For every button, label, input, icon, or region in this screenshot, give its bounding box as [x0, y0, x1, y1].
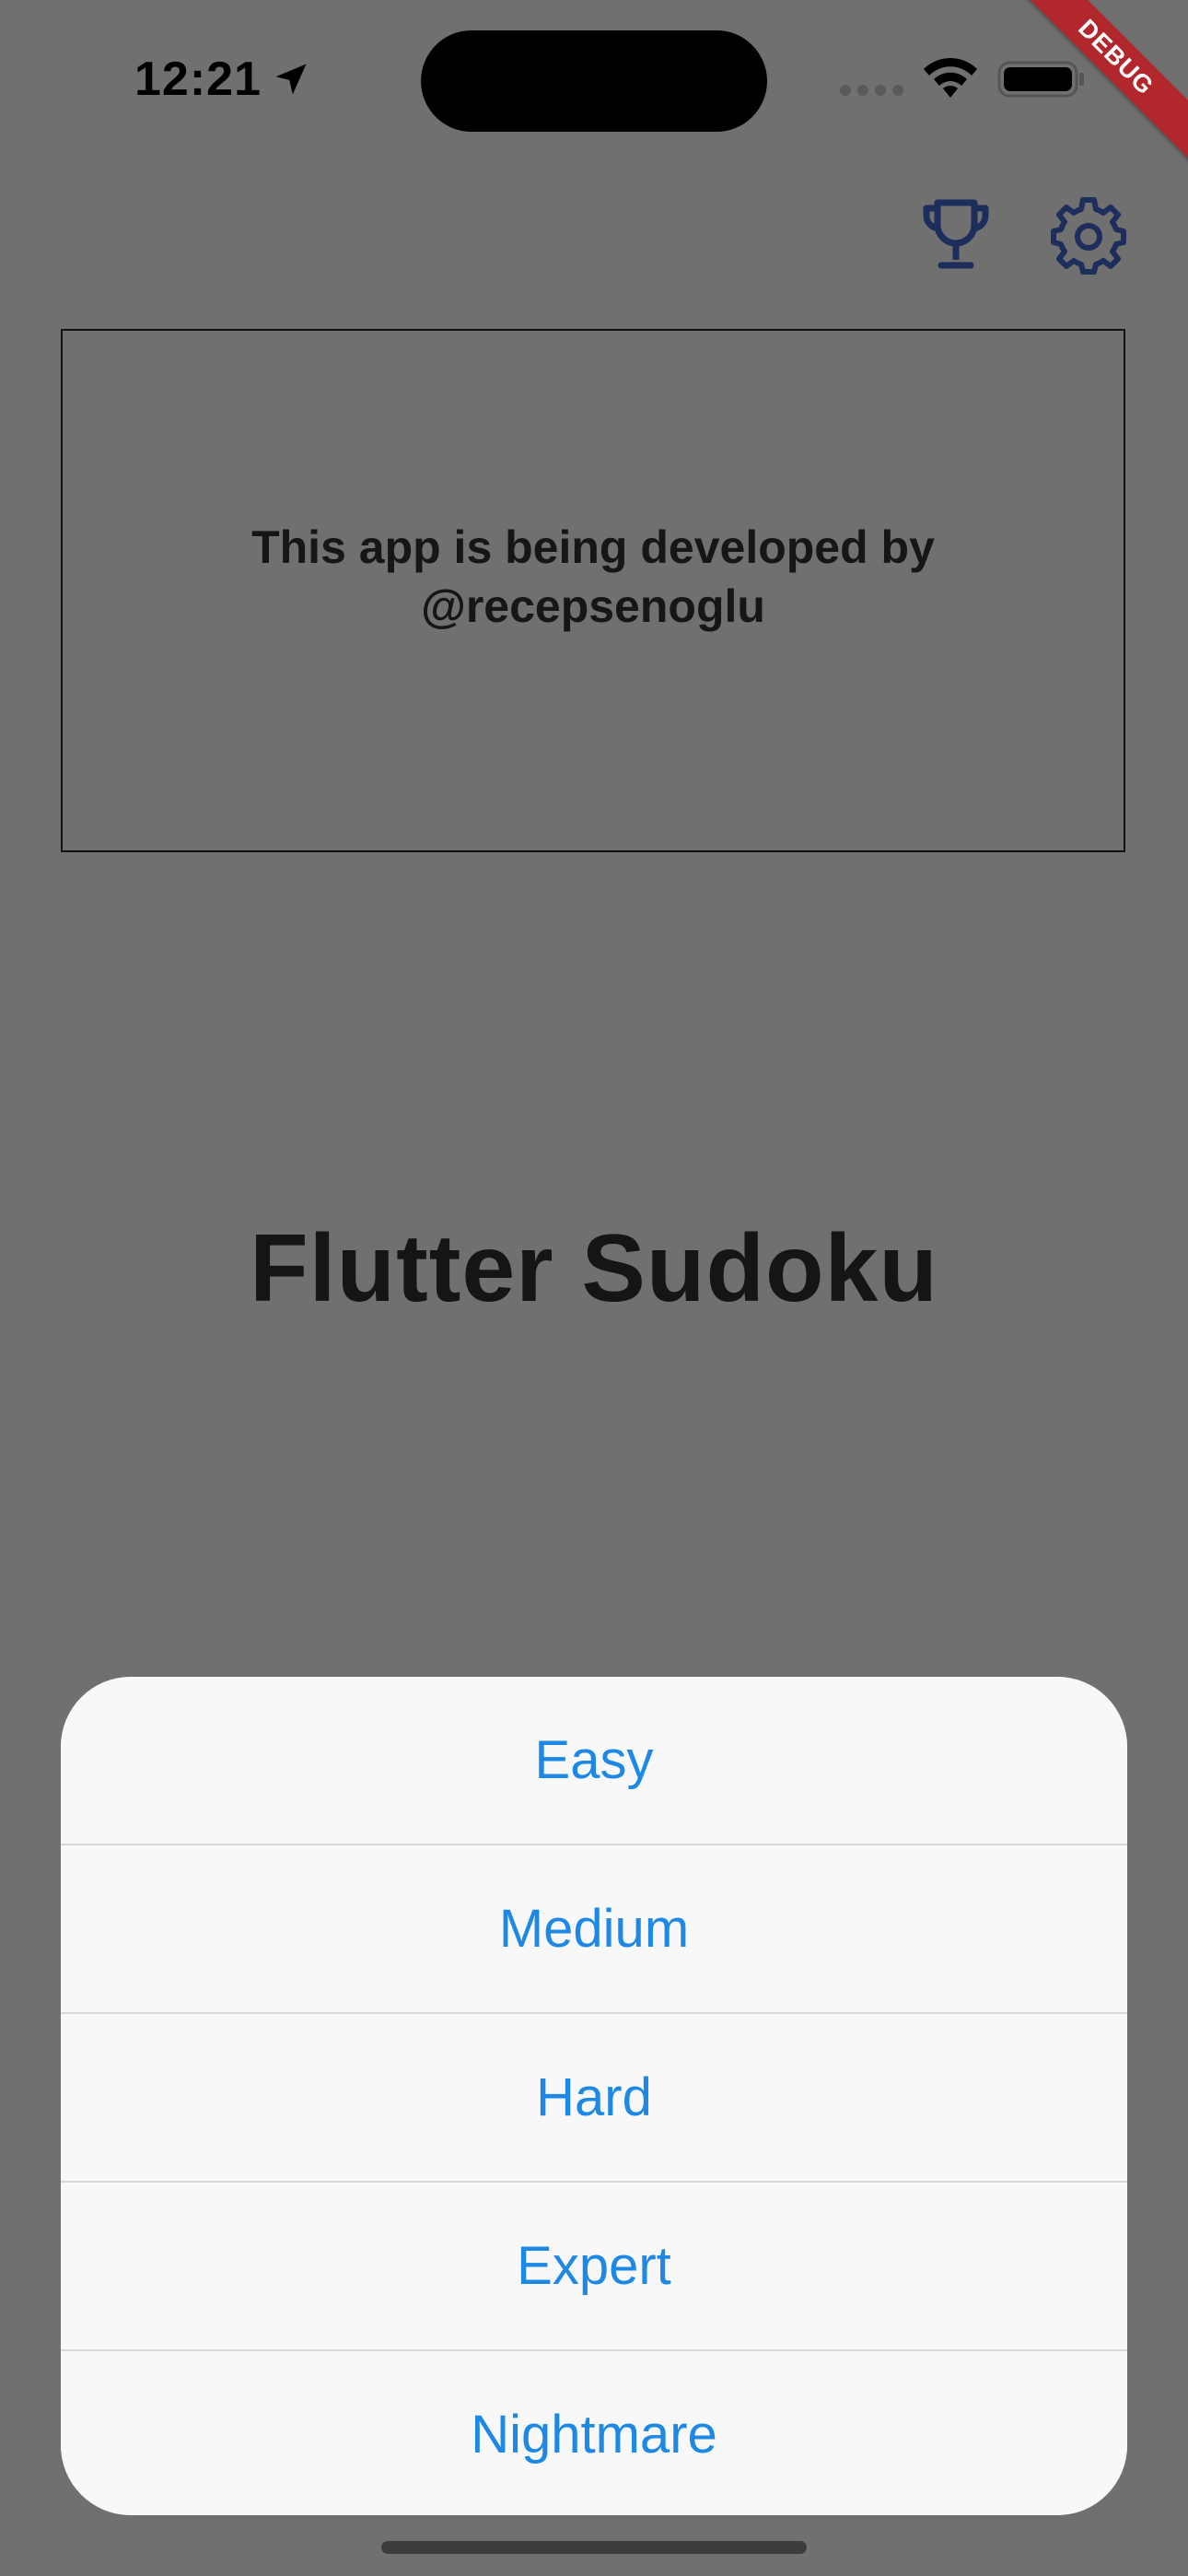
app-title: Flutter Sudoku: [250, 1215, 938, 1322]
location-arrow-icon: [275, 64, 307, 95]
home-indicator[interactable]: [381, 2541, 807, 2554]
status-time-text: 12:21: [134, 53, 262, 106]
difficulty-option-nightmare[interactable]: Nightmare: [61, 2351, 1127, 2515]
difficulty-option-easy[interactable]: Easy: [61, 1677, 1127, 1845]
status-time: 12:21: [134, 52, 311, 107]
developer-banner-text: This app is being developed by @recepsen…: [251, 521, 935, 632]
wifi-icon: [924, 57, 977, 98]
difficulty-option-expert[interactable]: Expert: [61, 2183, 1127, 2351]
trophy-icon[interactable]: [921, 197, 991, 273]
dynamic-island: [421, 30, 767, 132]
gear-icon[interactable]: [1050, 197, 1127, 275]
difficulty-option-hard[interactable]: Hard: [61, 2014, 1127, 2183]
difficulty-action-sheet: Easy Medium Hard Expert Nightmare: [61, 1677, 1127, 2515]
battery-icon: [997, 61, 1084, 98]
cellular-signal-icon: [840, 85, 903, 96]
difficulty-option-medium[interactable]: Medium: [61, 1845, 1127, 2014]
screen: 12:21 DEBUG This app is being developed …: [0, 0, 1188, 2576]
developer-banner: This app is being developed by @recepsen…: [61, 329, 1125, 852]
